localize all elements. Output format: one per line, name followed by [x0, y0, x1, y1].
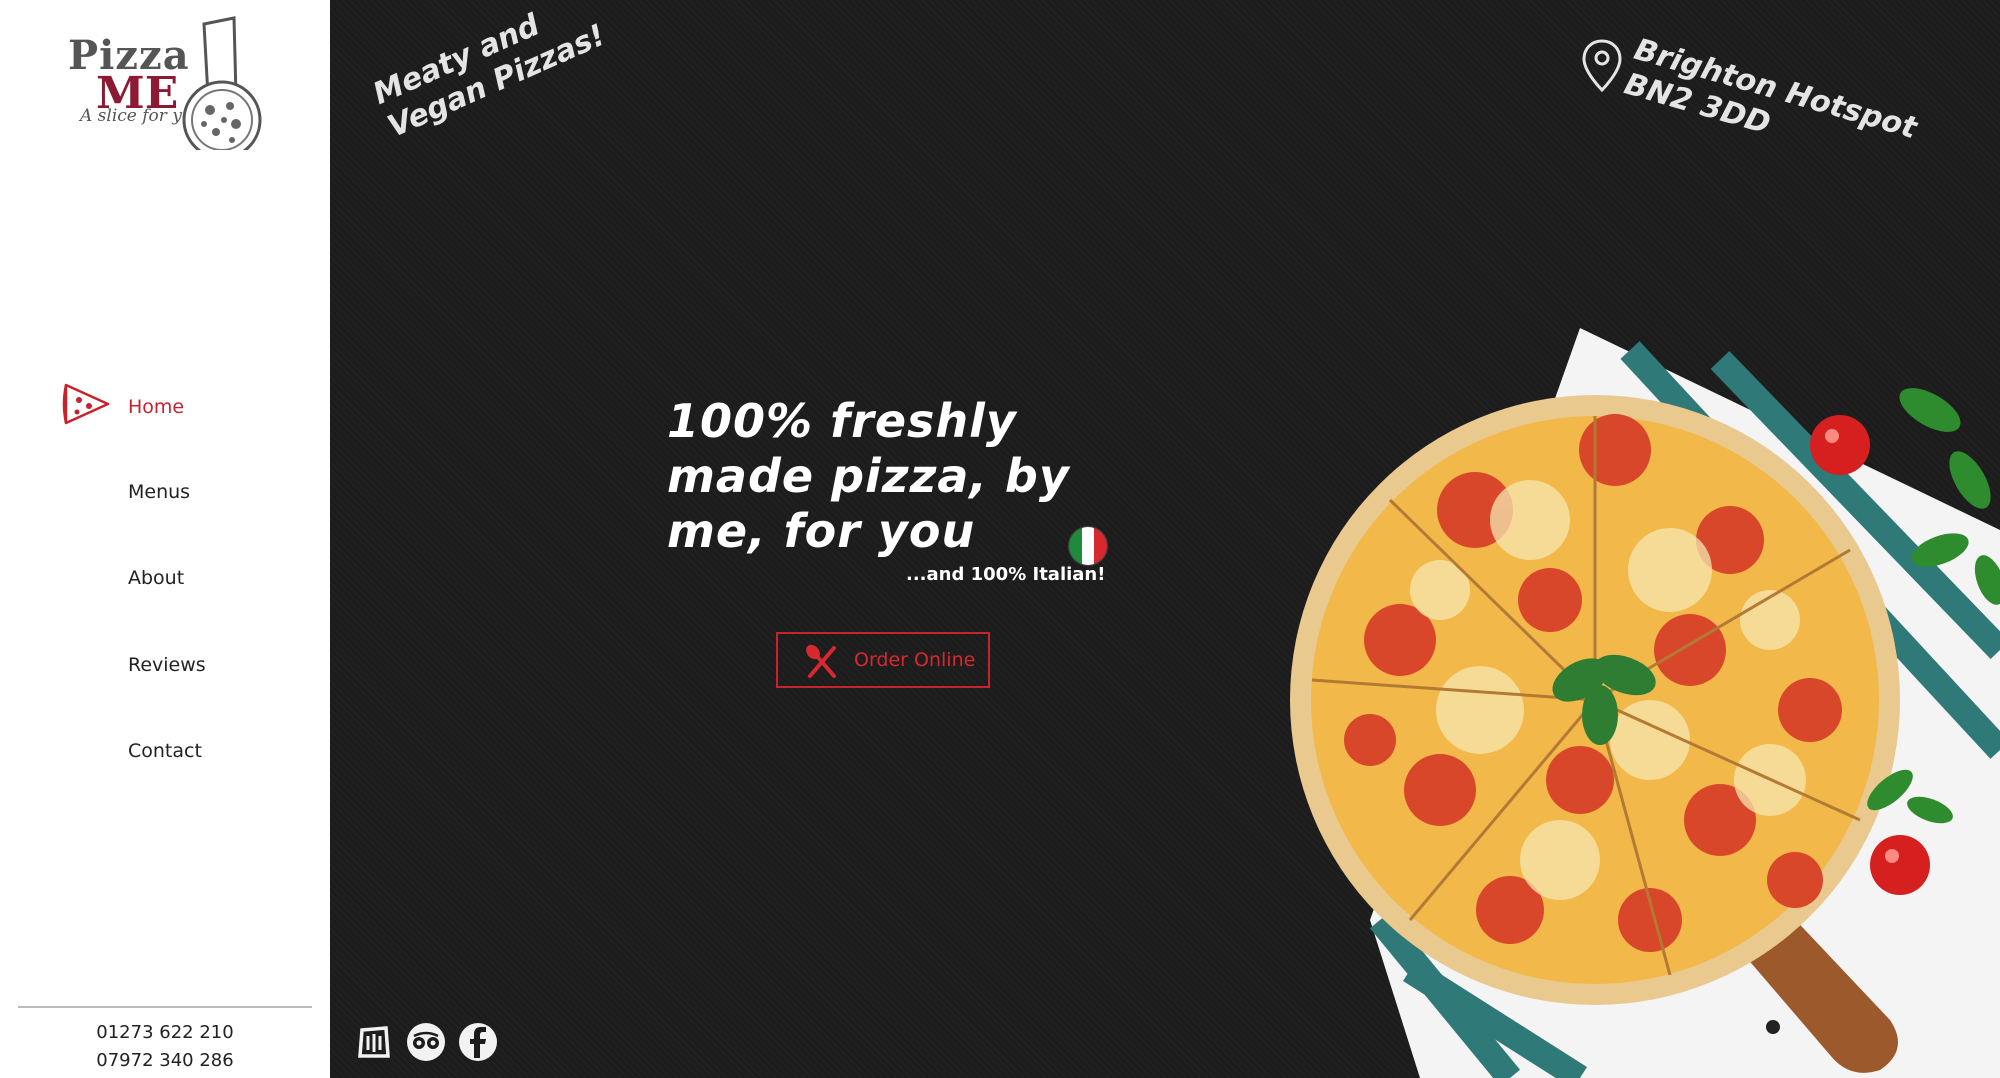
nav-item-about[interactable]: About: [0, 553, 330, 603]
tripadvisor-icon[interactable]: [406, 1022, 446, 1062]
pizza-me-logo[interactable]: Pizza ME A slice for you: [66, 16, 266, 150]
sidebar-divider: [18, 1006, 312, 1008]
deliveroo-icon[interactable]: [354, 1022, 394, 1062]
sidebar: Pizza ME A slice for you Home Menus Abou…: [0, 0, 330, 1078]
nav-item-label: Home: [128, 396, 185, 418]
italian-flag-icon: [1068, 526, 1108, 566]
nav-item-label: Reviews: [128, 654, 206, 676]
order-online-button[interactable]: Order Online: [776, 632, 990, 688]
nav-item-reviews[interactable]: Reviews: [0, 640, 330, 690]
location-block: Brighton Hotspot BN2 3DD: [1580, 32, 2000, 172]
pizza-photo: [1290, 328, 2000, 1078]
hero-headline: 100% freshly made pizza, by me, for you: [667, 394, 1070, 558]
order-online-label: Order Online: [854, 649, 976, 671]
nav-item-home[interactable]: Home: [0, 382, 330, 432]
nav-item-label: Menus: [128, 481, 191, 503]
nav-item-label: Contact: [128, 740, 202, 762]
hero-subline: ...and 100% Italian!: [906, 564, 1106, 585]
pizza-slice-icon: [62, 383, 110, 425]
nav-item-menus[interactable]: Menus: [0, 467, 330, 517]
pizza-cutter-icon: [182, 16, 262, 150]
nav-item-contact[interactable]: Contact: [0, 726, 330, 776]
facebook-icon[interactable]: [458, 1022, 498, 1062]
cutlery-icon: [806, 644, 836, 678]
map-pin-icon: [1582, 39, 1622, 93]
nav-item-label: About: [128, 567, 185, 589]
phone-number-2[interactable]: 07972 340 286: [0, 1050, 330, 1071]
phone-number-1[interactable]: 01273 622 210: [0, 1022, 330, 1043]
hero-section: Meaty and Vegan Pizzas! Brighton Hotspot…: [330, 0, 2000, 1078]
